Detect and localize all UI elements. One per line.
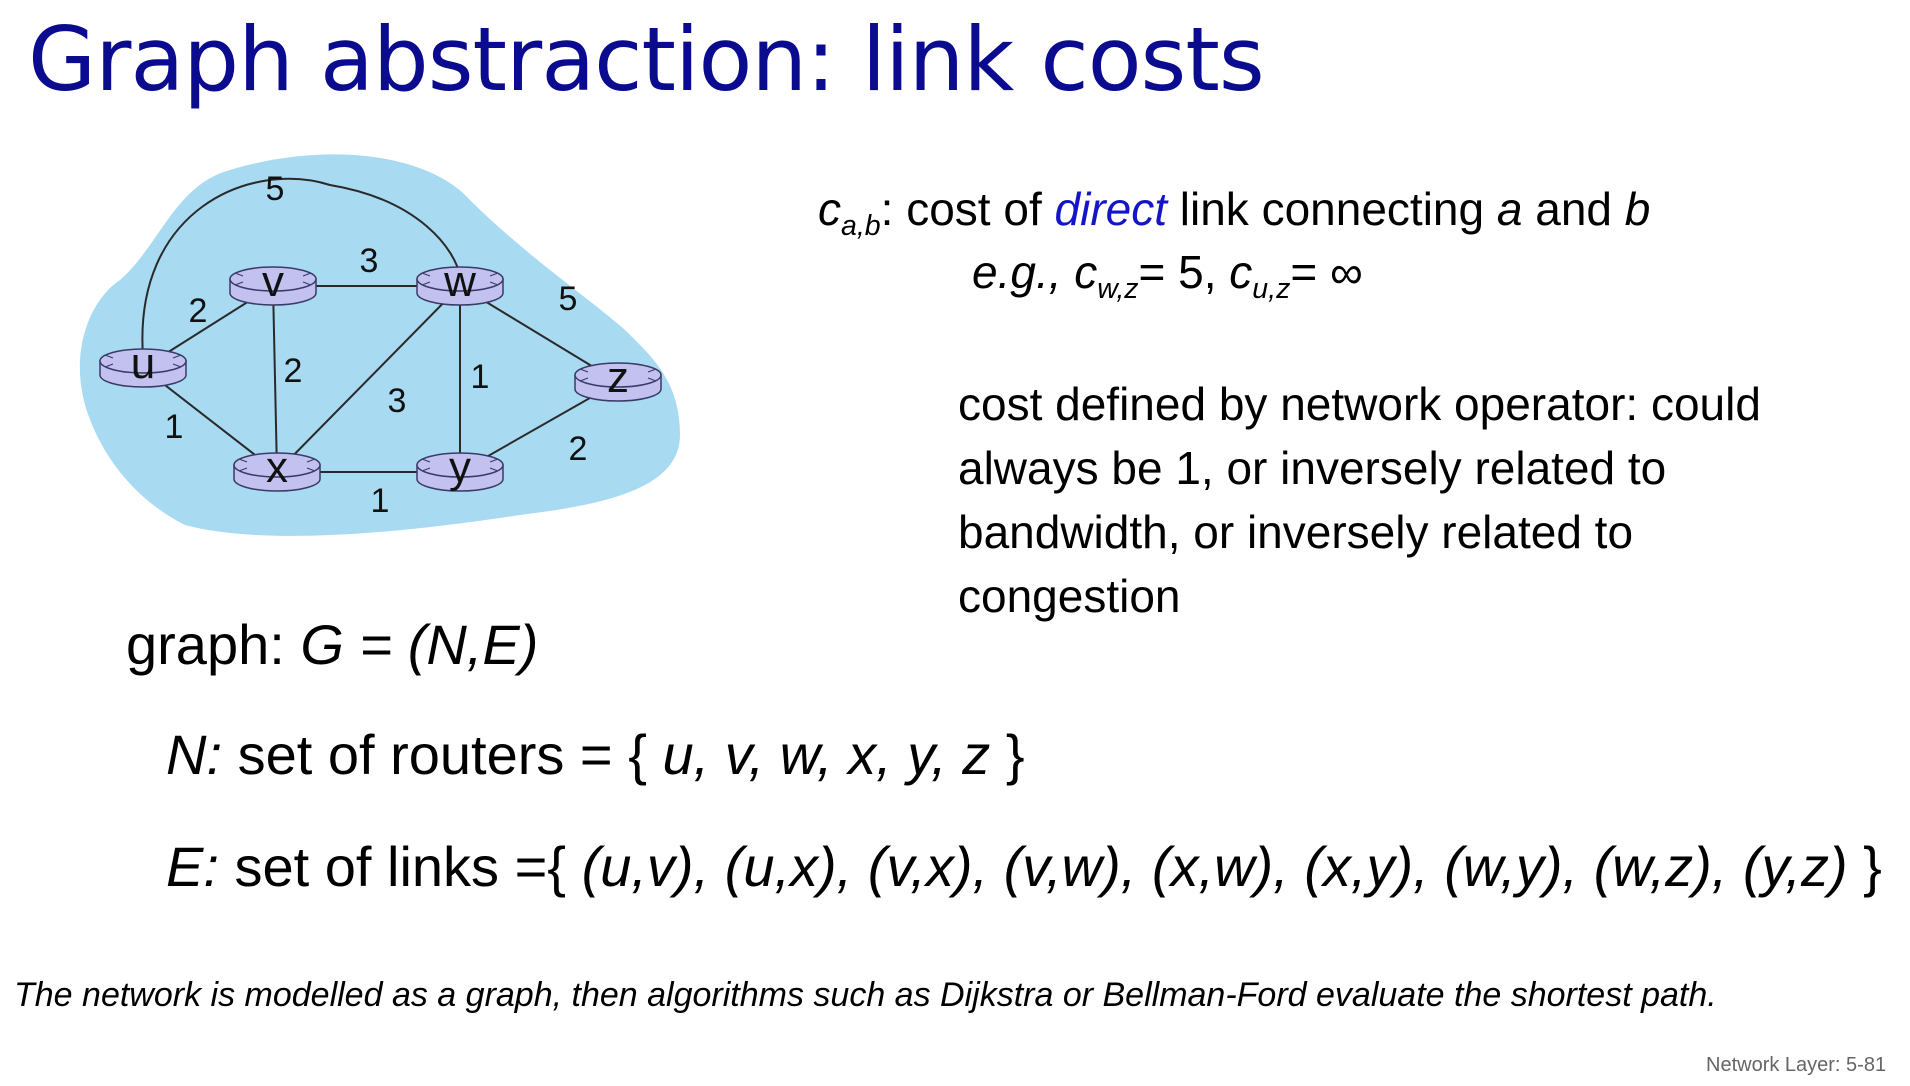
operator-cost-note: cost defined by network operator: could … bbox=[958, 378, 1761, 622]
example-c1: c bbox=[1074, 246, 1098, 298]
graph-definition: graph: G = (N,E) bbox=[126, 612, 538, 677]
node-b: b bbox=[1624, 183, 1651, 235]
nodes-label: N: bbox=[166, 723, 222, 786]
node-a: a bbox=[1496, 183, 1523, 235]
direct-emphasis: direct bbox=[1054, 183, 1167, 235]
link-cost-u-v: 2 bbox=[189, 292, 208, 330]
router-label-z: z bbox=[607, 353, 629, 402]
page-title: Graph abstraction: link costs bbox=[28, 8, 1265, 111]
example-c1-subscript: w,z bbox=[1097, 272, 1139, 305]
network-cloud bbox=[79, 154, 681, 536]
link-cost-w-y: 1 bbox=[471, 358, 490, 396]
example-c1-value: = 5, bbox=[1138, 246, 1217, 298]
router-label-x: x bbox=[266, 443, 288, 492]
link-cost-y-z: 2 bbox=[569, 430, 588, 468]
router-label-v: v bbox=[262, 257, 284, 306]
link-cost-v-x: 2 bbox=[284, 352, 303, 390]
edges-definition: E: set of links ={ (u,v), (u,x), (v,x), … bbox=[166, 834, 1882, 899]
link-cost-u-w: 5 bbox=[266, 170, 285, 208]
example-c2: c bbox=[1229, 246, 1253, 298]
graph-label: graph: bbox=[126, 613, 285, 676]
edges-label: E: bbox=[166, 835, 219, 898]
nodes-items: u, v, w, x, y, z bbox=[662, 723, 991, 786]
example-c2-value: = ∞ bbox=[1290, 246, 1363, 298]
link-cost-w-x: 3 bbox=[388, 382, 407, 420]
router-label-w: w bbox=[443, 257, 476, 306]
cost-subscript: a,b bbox=[841, 209, 881, 242]
cost-and: and bbox=[1522, 183, 1625, 235]
link-cost-definition: ca,b: cost of direct link connecting a a… bbox=[818, 182, 1650, 243]
cost-example: e.g., cw,z= 5, cu,z= ∞ bbox=[972, 245, 1363, 306]
graph-expression: G = (N,E) bbox=[300, 613, 539, 676]
cost-sep: : cost of bbox=[880, 183, 1055, 235]
shortest-path-note: The network is modelled as a graph, then… bbox=[14, 976, 1717, 1014]
edges-text: set of links ={ bbox=[234, 835, 566, 898]
edges-close: } bbox=[1863, 835, 1882, 898]
cost-mid: link connecting bbox=[1167, 183, 1497, 235]
link-cost-x-y: 1 bbox=[371, 482, 390, 520]
example-c2-subscript: u,z bbox=[1252, 272, 1291, 305]
router-label-u: u bbox=[131, 339, 155, 388]
network-graph-diagram: 5 2 1 3 2 3 1 5 1 2 u v w x y z bbox=[79, 154, 681, 536]
edges-items: (u,v), (u,x), (v,x), (v,w), (x,w), (x,y)… bbox=[581, 835, 1848, 898]
example-prefix: e.g., bbox=[972, 246, 1062, 298]
router-label-y: y bbox=[449, 443, 471, 492]
link-cost-v-w: 3 bbox=[360, 242, 379, 280]
nodes-text: set of routers = { bbox=[237, 723, 647, 786]
slide-footer: Network Layer: 5-81 bbox=[1706, 1054, 1887, 1076]
nodes-close: } bbox=[1005, 723, 1025, 786]
nodes-definition: N: set of routers = { u, v, w, x, y, z } bbox=[166, 722, 1025, 787]
cost-symbol: c bbox=[818, 183, 841, 235]
link-cost-w-z: 5 bbox=[559, 280, 578, 318]
link-cost-u-x: 1 bbox=[165, 408, 184, 446]
